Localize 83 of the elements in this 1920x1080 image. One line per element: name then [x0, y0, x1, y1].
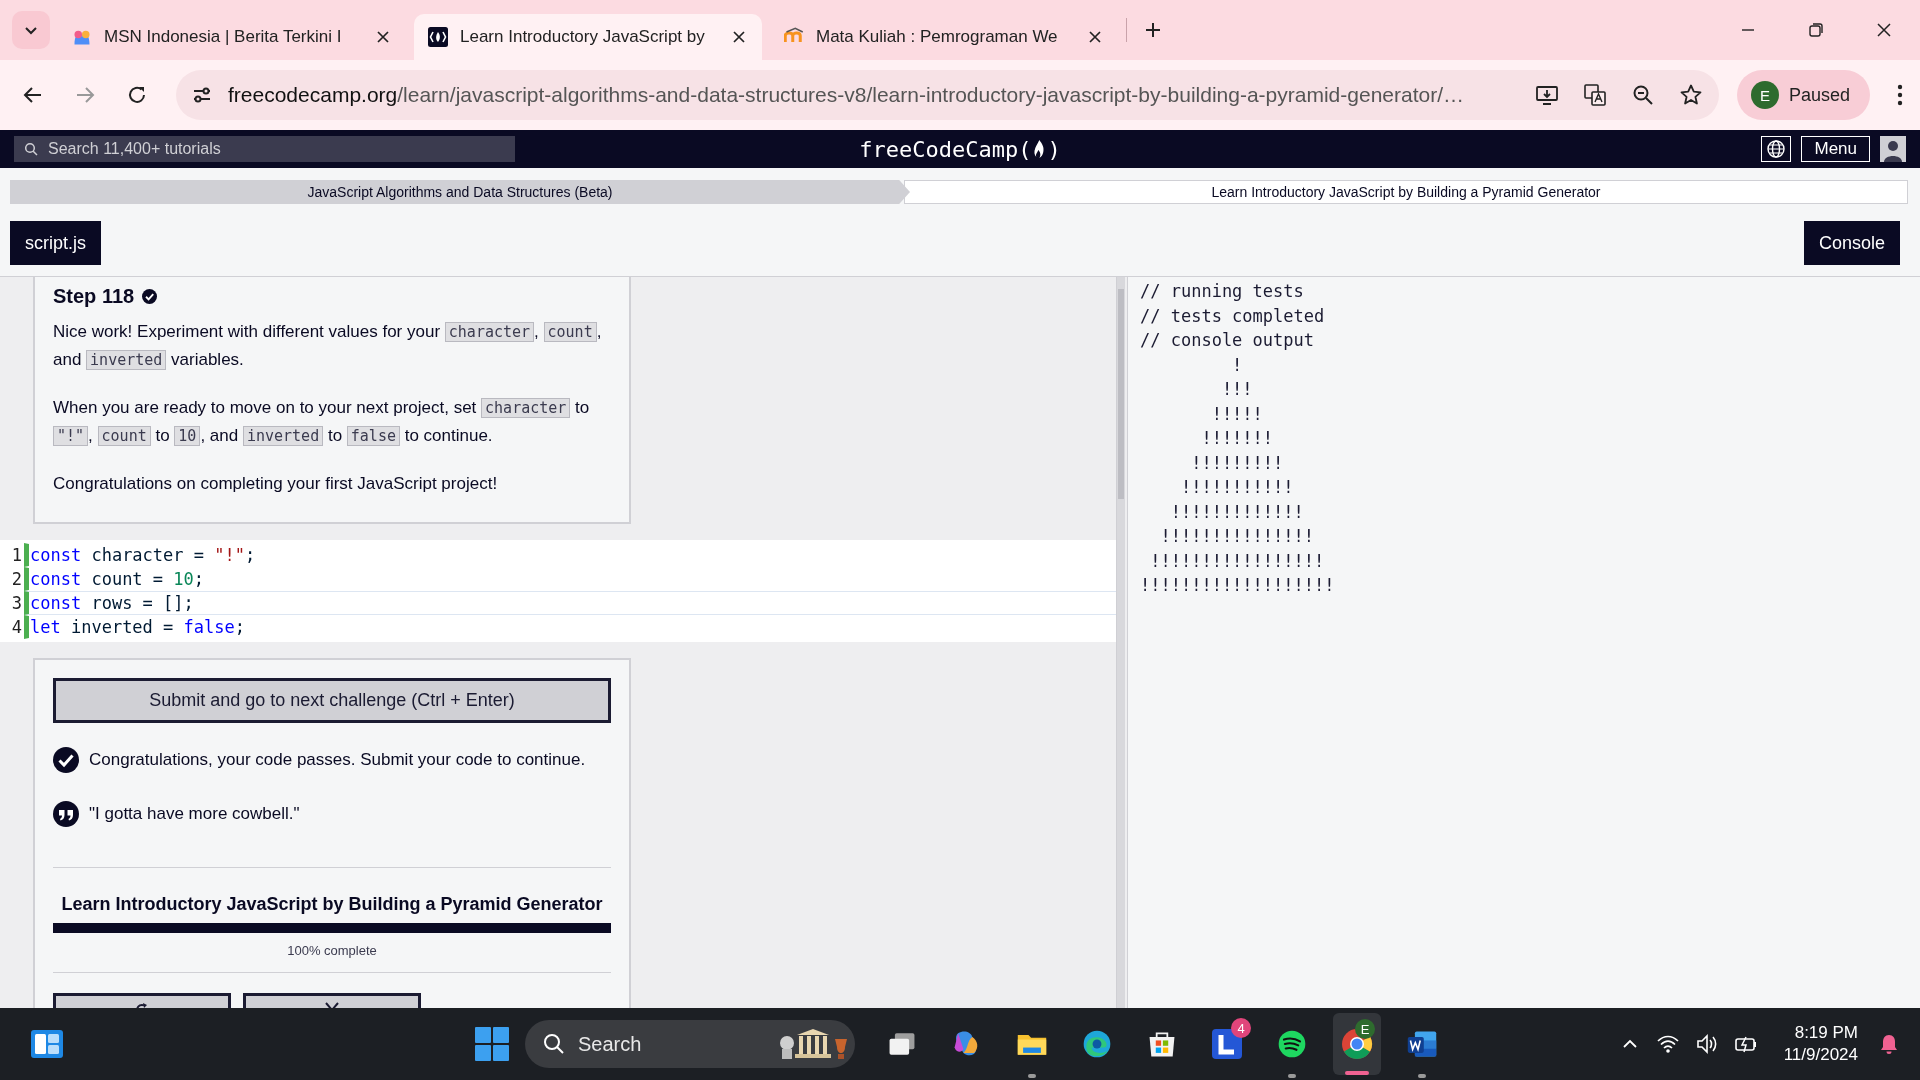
project-title: Learn Introductory JavaScript by Building a Pyramid Generator — [60, 894, 604, 915]
notification-badge: E — [1355, 1019, 1375, 1039]
test-result-message: Congratulations, your code passes. Submit your code to continue. — [89, 750, 586, 770]
tab-title: Learn Introductory JavaScript by — [460, 27, 706, 47]
taskbar-button[interactable]: E — [1333, 1013, 1381, 1075]
tab-title: MSN Indonesia | Berita Terkini I — [104, 27, 343, 47]
console-line: !!!!!!!!!!! — [1179, 476, 1295, 499]
search-field[interactable]: Search 11,400+ tutorials — [14, 136, 515, 162]
browser-tab[interactable]: Learn Introductory JavaScript by — [414, 14, 762, 60]
profile-status: Paused — [1788, 84, 1850, 106]
tab-search-button[interactable] — [12, 11, 50, 49]
code-editor[interactable]: 1 const character = "!"; 2 const count = 10; 3 const rows = []; 4 let inverted = false; — [0, 540, 1116, 642]
more-menu-icon[interactable] — [1896, 83, 1904, 107]
tab-title: Mata Kuliah : Pemrograman We — [816, 27, 1059, 47]
quote-text: "I gotta have more cowbell." — [89, 804, 300, 824]
file-tab[interactable]: script.js — [10, 221, 101, 265]
line-number: 2 — [10, 568, 23, 591]
console-line: // console output — [1140, 329, 1315, 352]
avatar-initial: E — [1750, 81, 1779, 109]
taskbar-button[interactable]: 4 — [1203, 1008, 1251, 1080]
logo-text: ) — [1047, 136, 1061, 162]
line-number: 3 — [10, 592, 23, 615]
close-icon[interactable] — [1088, 30, 1102, 44]
search-icon — [543, 1033, 565, 1055]
browser-tab[interactable]: Mata Kuliah : Pemrograman We — [770, 14, 1118, 60]
close-icon[interactable] — [1876, 22, 1892, 38]
install-app-icon[interactable] — [1534, 83, 1559, 107]
address-bar[interactable]: freecodecamp.org/learn/javascript-algorithms-and-data-structures-v8/learn-introductory-javascript-by-building-a-pyramid-generator/… — [176, 70, 1719, 120]
language-button[interactable] — [1761, 136, 1792, 162]
taskbar-search-field[interactable]: Search — [525, 1020, 855, 1068]
start-icon[interactable] — [474, 1026, 510, 1062]
console-line: !!!!! — [1210, 402, 1264, 426]
code-line[interactable]: const rows = []; — [24, 591, 1116, 615]
notification-bell-icon[interactable] — [1878, 1033, 1900, 1055]
instruction-text: When you are ready to move on to your next project, set character to "!" , count to 10 , and inverted to false to continue. — [53, 397, 591, 448]
browser-tab[interactable]: MSN Indonesia | Berita Terkini I — [58, 14, 406, 60]
quote-icon — [53, 801, 79, 827]
progress-label: 100% complete — [286, 943, 378, 958]
logo-text: freeCodeCamp( — [859, 136, 1032, 162]
console-line: // running tests — [1140, 280, 1305, 303]
close-icon[interactable] — [732, 30, 746, 44]
console-line: !!!!!!!!!!!!! — [1169, 500, 1305, 524]
letter-app-icon[interactable] — [1209, 1026, 1245, 1062]
museum-drawing — [777, 1027, 849, 1061]
breadcrumb-link[interactable]: JavaScript Algorithms and Data Structures (Beta) — [10, 180, 910, 204]
breadcrumb-link[interactable]: Learn Introductory JavaScript by Building a Pyramid Generator — [904, 180, 1908, 204]
console-line: !!!!!!!!!!!!!!! — [1159, 525, 1315, 548]
line-number: 4 — [10, 616, 23, 639]
instruction-text: Congratulations on completing your first JavaScript project! — [53, 473, 499, 495]
wifi-icon[interactable] — [1655, 1034, 1680, 1054]
console-line: // tests completed — [1140, 304, 1326, 328]
console-line: !!! — [1220, 378, 1254, 401]
globe-icon — [1766, 139, 1787, 159]
console-line: !!!!!!!!! — [1190, 451, 1285, 475]
menu-button[interactable]: Menu — [1801, 136, 1870, 162]
user-avatar-icon[interactable] — [1880, 136, 1906, 162]
console-line: !!!!!!!!!!!!!!!!!!! — [1140, 574, 1336, 597]
clock-date: 11/9/2024 — [1783, 1044, 1858, 1066]
new-tab-icon[interactable] — [1143, 20, 1163, 40]
scrollbar[interactable] — [1116, 277, 1125, 1008]
notification-badge: 4 — [1231, 1018, 1251, 1038]
battery-charging-icon[interactable] — [1733, 1034, 1758, 1054]
console-line: !!!!!!! — [1200, 427, 1275, 450]
console-tab[interactable]: Console — [1803, 221, 1900, 265]
reload-icon[interactable] — [126, 84, 148, 106]
submit-button[interactable]: Submit and go to next challenge (Ctrl + Enter) — [53, 678, 611, 723]
instruction-text: Nice work! Experiment with different values for your character , count , and inverted variables. — [53, 321, 603, 372]
line-number: 1 — [10, 544, 23, 567]
volume-icon[interactable] — [1695, 1034, 1718, 1054]
step-title: Step 118 — [53, 285, 135, 308]
profile-button[interactable]: E Paused — [1736, 70, 1870, 120]
translate-icon[interactable] — [1582, 83, 1607, 107]
restore-icon[interactable] — [1808, 22, 1824, 38]
clock[interactable]: 8:19 PM 11/9/2024 — [1783, 1022, 1858, 1066]
fire-logo-icon — [428, 27, 448, 47]
console-line: !!!!!!!!!!!!!!!!! — [1149, 549, 1326, 573]
url-text: freecodecamp.org/learn/javascript-algorithms-and-data-structures-v8/learn-introductory-javascript-by-building-a-pyramid-generator/… — [228, 83, 1465, 107]
console-line: ! — [1231, 353, 1244, 377]
clock-time: 8:19 PM — [1794, 1022, 1858, 1044]
bookmark-star-icon[interactable] — [1678, 83, 1703, 107]
widgets-icon[interactable] — [30, 1029, 64, 1059]
close-icon[interactable] — [376, 30, 390, 44]
search-icon — [24, 142, 38, 156]
